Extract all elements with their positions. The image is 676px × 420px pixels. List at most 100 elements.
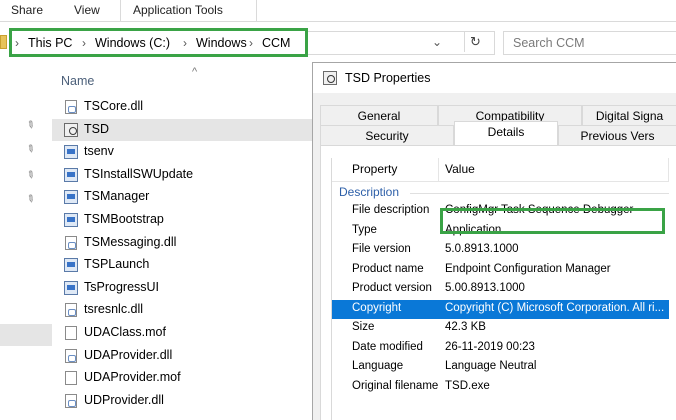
- pin-icon[interactable]: ✎: [24, 119, 37, 133]
- search-input[interactable]: Search CCM: [503, 31, 676, 55]
- file-name: TSInstallSWUpdate: [84, 166, 194, 181]
- file-name: UDAProvider.dll: [84, 347, 173, 362]
- property-row[interactable]: Size 42.3 KB: [332, 319, 669, 338]
- file-row[interactable]: TSMessaging.dll: [52, 232, 320, 254]
- file-row[interactable]: UDAClass.mof: [52, 322, 320, 344]
- ribbon-tab-share[interactable]: Share: [11, 3, 43, 17]
- file-row[interactable]: tsresnlc.dll: [52, 299, 320, 321]
- file-row[interactable]: TSInstallSWUpdate: [52, 164, 320, 186]
- dialog-titlebar[interactable]: TSD Properties: [313, 63, 676, 93]
- property-row[interactable]: Copyright Copyright (C) Microsoft Corpora…: [332, 299, 669, 319]
- property-value: 5.00.8913.1000: [445, 282, 525, 294]
- dll-file-icon: [65, 235, 77, 250]
- app-icon: [64, 280, 78, 295]
- breadcrumb-ccm[interactable]: CCM: [262, 36, 290, 50]
- tab-digital-signatures[interactable]: Digital Signa: [582, 105, 676, 125]
- section-description: Description: [339, 185, 400, 199]
- property-value: 42.3 KB: [445, 321, 486, 333]
- breadcrumb-windows[interactable]: Windows: [196, 36, 247, 50]
- tsd-app-icon: [323, 71, 337, 85]
- file-row[interactable]: tsenv: [52, 141, 320, 163]
- sort-arrow-icon[interactable]: ^: [192, 66, 197, 78]
- file-name: UDAClass.mof: [84, 325, 166, 339]
- app-icon: [64, 145, 78, 160]
- file-name: TSPLaunch: [84, 257, 150, 272]
- details-panel: Property Value Description File descript…: [320, 145, 676, 420]
- property-name: Date modified: [352, 340, 423, 353]
- property-name: Language: [352, 360, 404, 372]
- grid-header: Property Value: [332, 158, 669, 182]
- property-name: Type: [352, 223, 377, 236]
- section-divider: [410, 193, 669, 194]
- app-icon: [64, 213, 78, 227]
- tab-security[interactable]: Security: [320, 125, 454, 145]
- app-icon: [64, 190, 78, 205]
- dialog-title: TSD Properties: [345, 71, 431, 85]
- address-bar[interactable]: › This PC › Windows (C:) › Windows › CCM: [9, 28, 308, 57]
- property-value: Language Neutral: [445, 360, 537, 372]
- tab-previous-versions[interactable]: Previous Vers: [558, 125, 676, 145]
- file-row[interactable]: TSPLaunch: [52, 254, 320, 276]
- file-name: TSMessaging.dll: [84, 234, 177, 249]
- tab-details[interactable]: Details: [454, 121, 558, 145]
- property-row[interactable]: Product name Endpoint Configuration Manag…: [332, 261, 669, 280]
- property-value: Endpoint Configuration Manager: [445, 262, 611, 275]
- file-row[interactable]: TSMBootstrap: [52, 209, 320, 231]
- details-grid: Property Value Description File descript…: [331, 158, 669, 420]
- property-value: TSD.exe: [445, 379, 490, 392]
- breadcrumb-windows-c[interactable]: Windows (C:): [95, 36, 170, 50]
- file-name: TSMBootstrap: [84, 212, 164, 226]
- pin-icon[interactable]: ✎: [24, 143, 37, 157]
- file-row[interactable]: TSCore.dll: [52, 96, 320, 118]
- property-name: Copyright: [352, 301, 402, 314]
- ribbon-divider: [256, 0, 257, 22]
- breadcrumb-this-pc[interactable]: This PC: [28, 36, 72, 50]
- file-name: tsresnlc.dll: [84, 302, 144, 317]
- ribbon-tab-view[interactable]: View: [74, 3, 100, 17]
- property-name: File description: [352, 204, 430, 216]
- column-header-name[interactable]: Name: [61, 74, 94, 88]
- navigation-pane: ✎ ✎ ✎ ✎: [0, 66, 52, 420]
- dll-file-icon: [65, 303, 77, 318]
- file-row[interactable]: TsProgressUI: [52, 277, 320, 299]
- chevron-right-icon: ›: [82, 36, 86, 50]
- property-row[interactable]: Language Language Neutral: [332, 358, 669, 377]
- pin-icon[interactable]: ✎: [24, 193, 37, 207]
- file-name: TSManager: [84, 189, 150, 204]
- property-name: File version: [352, 243, 411, 255]
- tab-general[interactable]: General: [320, 105, 438, 125]
- app-icon: [64, 167, 78, 182]
- app-icon: [64, 258, 78, 273]
- file-name: UDAProvider.mof: [84, 370, 181, 385]
- file-row[interactable]: UDAProvider.mof: [52, 367, 320, 389]
- file-row[interactable]: UDAProvider.dll: [52, 345, 320, 367]
- pin-icon[interactable]: ✎: [24, 169, 37, 183]
- file-name: tsenv: [84, 144, 114, 159]
- column-header-property[interactable]: Property: [352, 162, 397, 176]
- property-row[interactable]: File version 5.0.8913.1000: [332, 241, 669, 260]
- folder-icon: [0, 35, 7, 49]
- ribbon: Share View Application Tools: [0, 0, 676, 22]
- property-row[interactable]: Product version 5.00.8913.1000: [332, 280, 669, 299]
- address-row: › This PC › Windows (C:) › Windows › CCM…: [0, 22, 676, 66]
- nav-selected-item[interactable]: [0, 324, 52, 346]
- file-name: TSCore.dll: [84, 99, 144, 113]
- ribbon-tab-application-tools[interactable]: Application Tools: [133, 3, 223, 17]
- ribbon-divider: [120, 0, 121, 22]
- file-row[interactable]: TSManager: [52, 186, 320, 208]
- column-header-value[interactable]: Value: [445, 162, 475, 176]
- property-row[interactable]: Original filename TSD.exe: [332, 378, 669, 397]
- file-list: ^ Name TSCore.dll TSD tsenv TSInstallSWUpda…: [52, 66, 320, 420]
- property-row[interactable]: Date modified 26-11-2019 00:23: [332, 339, 669, 358]
- dll-file-icon: [65, 393, 77, 408]
- column-divider: [668, 158, 669, 182]
- chevron-down-icon[interactable]: ⌄: [432, 35, 442, 49]
- file-name: TsProgressUI: [84, 279, 160, 294]
- file-row[interactable]: TSD: [52, 118, 320, 141]
- file-icon: [65, 326, 77, 340]
- file-row[interactable]: UDProvider.dll: [52, 390, 320, 412]
- property-value: 5.0.8913.1000: [445, 243, 519, 255]
- properties-dialog: TSD Properties General Compatibility Dig…: [312, 62, 676, 420]
- property-value: 26-11-2019 00:23: [445, 340, 535, 353]
- refresh-icon[interactable]: ↻: [464, 32, 486, 52]
